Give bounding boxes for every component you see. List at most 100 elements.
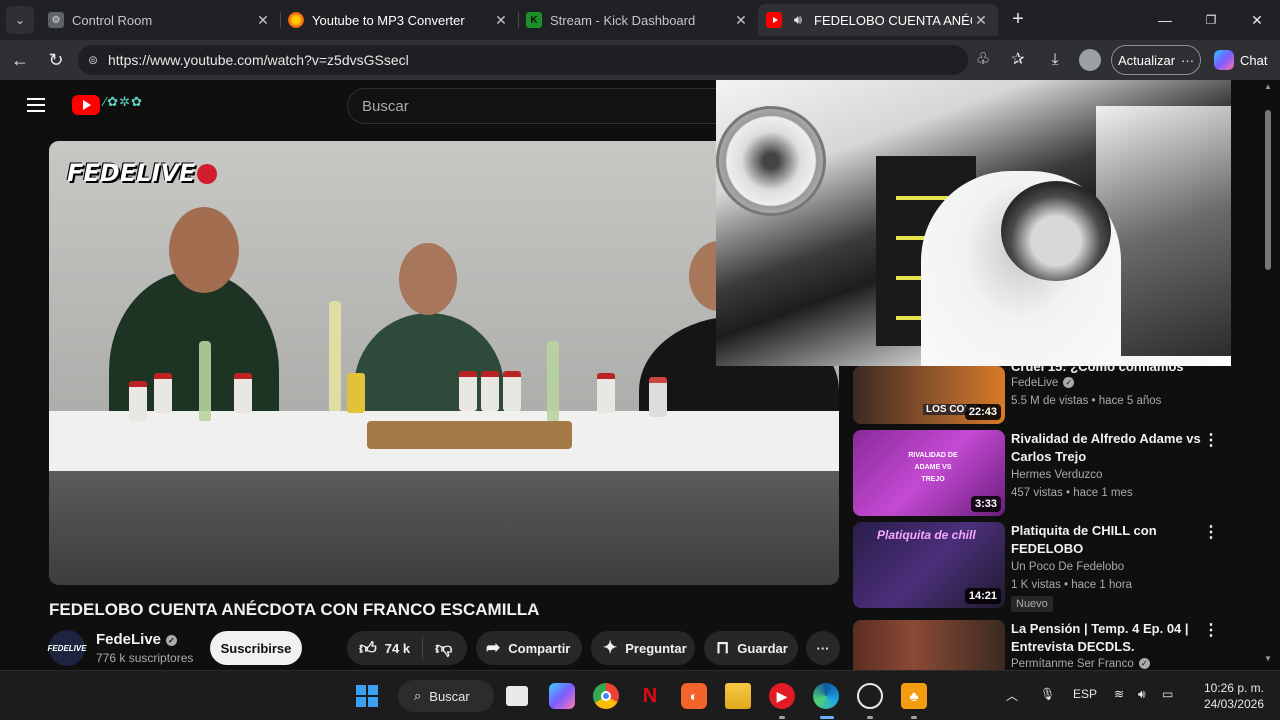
share-button[interactable]: ➦ Compartir <box>476 631 582 665</box>
fedelive-logo-text: FEDELIVE <box>67 159 196 187</box>
windows-start-icon[interactable] <box>354 683 380 709</box>
webcam-person <box>1001 181 1111 281</box>
downloads-icon[interactable]: ⤓ <box>1044 49 1066 71</box>
tab-actions-menu-button[interactable]: ⌄ <box>6 6 34 34</box>
bookmark-icon: ⊓ <box>716 638 730 657</box>
youtube-icon <box>766 12 782 28</box>
video-thumbnail[interactable]: Platiquita de chill 14:21 <box>853 522 1005 608</box>
recommendation-item[interactable]: RIVALIDAD DE ADAME VS TREJO 3:33 Rivalid… <box>853 430 1253 516</box>
reload-button[interactable]: ↻ <box>44 48 68 72</box>
verified-icon: ✓ <box>1063 377 1075 388</box>
video-thumbnail[interactable]: RIVALIDAD DE ADAME VS TREJO 3:33 <box>853 430 1005 516</box>
restore-button[interactable]: ❐ <box>1188 6 1234 34</box>
recommendation-title[interactable]: Platiquita de CHILL con FEDELOBO <box>1011 522 1201 558</box>
recommendation-channel[interactable]: Hermes Verduzco <box>1011 469 1102 481</box>
close-icon[interactable]: ✕ <box>972 12 990 29</box>
video-can <box>649 377 667 417</box>
subscriber-count: 776 k suscriptores <box>96 651 194 665</box>
dislike-button[interactable]: 👎︎ <box>435 638 452 659</box>
address-url[interactable]: https://www.youtube.com/watch?v=z5dvsGSs… <box>108 52 968 68</box>
recommendation-item[interactable]: Platiquita de chill 14:21 Platiquita de … <box>853 522 1253 612</box>
channel-name-link[interactable]: FedeLive ✓ <box>96 631 178 648</box>
tab-kick-dashboard[interactable]: K Stream - Kick Dashboard ✕ <box>518 4 758 36</box>
recommendation-item[interactable]: La Pensión | Temp. 4 Ep. 04 | Entrevista… <box>853 620 1253 670</box>
youtube-logo[interactable] <box>72 95 100 115</box>
recommendation-title[interactable]: Rivalidad de Alfredo Adame vs Carlos Tre… <box>1011 430 1201 466</box>
close-icon[interactable]: ✕ <box>732 12 750 29</box>
close-icon[interactable]: ✕ <box>254 12 272 29</box>
save-label: Guardar <box>737 640 788 656</box>
more-options-icon[interactable]: ⋮ <box>1203 430 1219 450</box>
edge-icon[interactable] <box>813 683 839 709</box>
recommendation-channel[interactable]: Permítanme Ser Franco ✓ <box>1011 658 1150 670</box>
kick-icon: K <box>526 12 542 28</box>
close-icon[interactable]: ✕ <box>492 12 510 29</box>
tab-youtube-video[interactable]: 🔊︎ FEDELOBO CUENTA ANÉCDOTA ✕ <box>758 4 998 36</box>
search-placeholder: Buscar <box>362 97 409 115</box>
task-view-icon[interactable] <box>506 686 528 706</box>
volume-icon[interactable]: 🔊︎ <box>1138 687 1146 702</box>
video-thumbnail[interactable]: LOS CONT 22:43 <box>853 366 1005 424</box>
doodle-icon[interactable]: ⁄✿✲✿ <box>104 94 143 110</box>
netflix-icon[interactable]: N <box>637 683 663 709</box>
page-scrollbar[interactable]: ▲ ▼ <box>1262 80 1274 670</box>
ask-button[interactable]: ✦ Preguntar <box>591 631 695 665</box>
video-thumbnail[interactable] <box>853 620 1005 670</box>
new-tab-button[interactable]: + <box>1006 8 1030 32</box>
recommendation-channel[interactable]: Un Poco De Fedelobo <box>1011 561 1124 573</box>
recommendation-title[interactable]: La Pensión | Temp. 4 Ep. 04 | Entrevista… <box>1011 620 1201 656</box>
speaker-icon[interactable]: 🔊︎ <box>790 12 806 28</box>
menu-icon[interactable] <box>27 98 45 112</box>
save-button[interactable]: ⊓ Guardar <box>704 631 798 665</box>
browser-tabstrip: ⌄ ⚙ Control Room ✕ Youtube to MP3 Conver… <box>0 0 1280 40</box>
wifi-icon[interactable]: ≋ <box>1114 687 1124 701</box>
update-button[interactable]: Actualizar ··· <box>1111 45 1201 75</box>
copilot-icon[interactable] <box>549 683 575 709</box>
minimize-button[interactable]: — <box>1142 6 1188 34</box>
recommendation-channel[interactable]: FedeLive ✓ <box>1011 377 1075 389</box>
microphone-icon[interactable]: 🎙︎ <box>1040 687 1055 701</box>
address-bar[interactable]: ⊜ https://www.youtube.com/watch?v=z5dvsG… <box>78 45 968 75</box>
fl-studio-icon[interactable]: ♣ <box>901 683 927 709</box>
tab-title: Youtube to MP3 Converter <box>312 12 465 28</box>
crunchyroll-icon[interactable]: ◐ <box>681 683 707 709</box>
more-icon[interactable]: ··· <box>1181 53 1194 68</box>
more-options-icon[interactable]: ⋮ <box>1203 522 1219 542</box>
show-hidden-icons[interactable]: ︿ <box>1006 687 1018 704</box>
recommendation-title[interactable]: Cruel 15: ¿Cómo conflamos en... <box>1011 358 1201 376</box>
chrome-icon[interactable] <box>593 683 619 709</box>
search-input[interactable]: Buscar <box>347 88 727 124</box>
file-explorer-icon[interactable] <box>725 683 751 709</box>
site-info-icon[interactable]: ⊜ <box>78 53 108 67</box>
back-button[interactable]: ← <box>8 48 32 72</box>
scroll-up-icon[interactable]: ▲ <box>1263 82 1273 91</box>
more-options-icon[interactable]: ⋮ <box>1203 620 1219 640</box>
recommendation-meta: 1 K vistas • hace 1 hora <box>1011 579 1133 591</box>
battery-icon[interactable]: ▭ <box>1162 687 1173 701</box>
system-clock[interactable]: 10:26 p. m. 24/03/2026 <box>1192 680 1264 712</box>
favorites-icon[interactable]: ✰ <box>1007 49 1029 71</box>
input-language[interactable]: ESP <box>1073 687 1097 701</box>
scroll-down-icon[interactable]: ▼ <box>1263 654 1273 663</box>
subscribe-button[interactable]: Suscribirse <box>210 631 302 665</box>
tab-youtube-mp3[interactable]: Youtube to MP3 Converter ✕ <box>280 4 518 36</box>
profile-avatar[interactable] <box>1079 49 1101 71</box>
browser-toolbar: ← ↻ ⊜ https://www.youtube.com/watch?v=z5… <box>0 40 1280 105</box>
close-window-button[interactable]: ✕ <box>1234 6 1280 34</box>
media-player-icon[interactable]: ▶ <box>769 683 795 709</box>
taskbar-search[interactable]: ⌕ Buscar <box>398 680 494 712</box>
more-actions-button[interactable]: ··· <box>806 631 840 665</box>
tab-title: FEDELOBO CUENTA ANÉCDOTA <box>814 12 972 28</box>
video-frame <box>49 471 839 585</box>
like-dislike-group: 👍︎ 74 k 👎︎ <box>347 631 467 665</box>
tab-title: Control Room <box>72 12 153 28</box>
like-button[interactable]: 👍︎ 74 k <box>359 638 410 659</box>
copilot-chat-button[interactable]: Chat <box>1210 45 1274 75</box>
scrollbar-thumb[interactable] <box>1265 110 1271 270</box>
clock-time: 10:26 p. m. <box>1203 681 1264 695</box>
obs-icon[interactable] <box>857 683 883 709</box>
tab-control-room[interactable]: ⚙ Control Room ✕ <box>40 4 280 36</box>
recommendation-item[interactable]: LOS CONT 22:43 Cruel 15: ¿Cómo conflamos… <box>853 359 1253 424</box>
extensions-icon[interactable]: ♧ <box>972 49 994 71</box>
channel-avatar[interactable]: FEDELIVE <box>47 630 87 666</box>
